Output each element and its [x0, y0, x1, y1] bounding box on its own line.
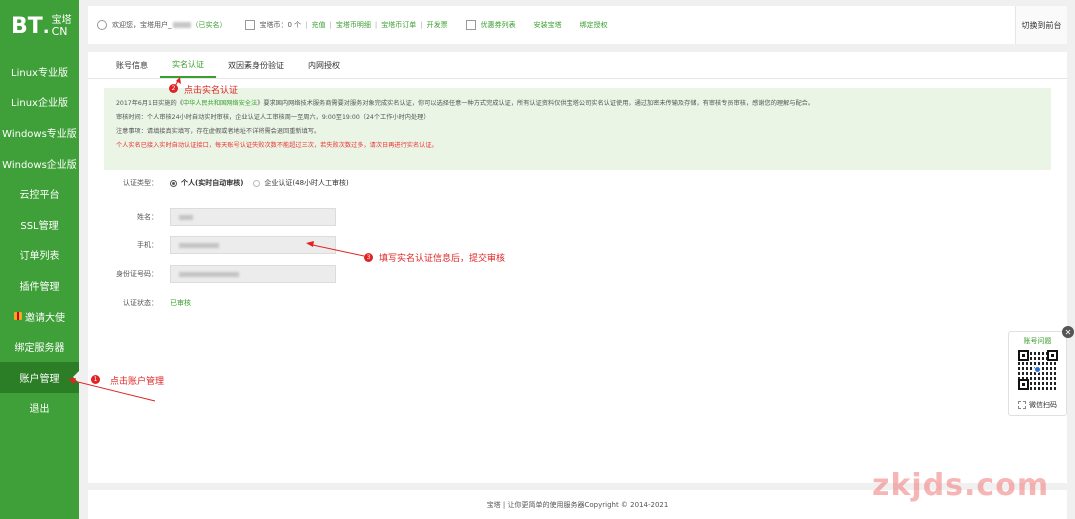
qr-logo-icon — [1034, 366, 1041, 373]
arrow-3-line — [307, 243, 365, 257]
annotation-3-badge: 3 — [364, 253, 373, 262]
arrow-1-head — [68, 378, 76, 384]
annotation-2-badge: 2 — [169, 84, 178, 93]
annotation-arrows — [68, 77, 365, 402]
arrow-3-head — [306, 241, 314, 247]
annotation-2-text: 点击实名认证 — [184, 86, 239, 96]
scan-icon — [1018, 401, 1026, 409]
qr-footer: 微信扫码 — [1009, 400, 1066, 410]
close-icon[interactable]: ✕ — [1062, 326, 1074, 338]
annotation-3-text: 填写实名认证信息后，提交审核 — [379, 254, 506, 264]
annotation-1-text: 点击账户管理 — [110, 377, 165, 387]
annotation-1-badge: 1 — [91, 375, 100, 384]
qr-code-image — [1018, 350, 1058, 390]
qr-title: 账号问题 — [1023, 337, 1052, 345]
qr-widget: 账号问题 微信扫码 — [1008, 331, 1067, 416]
watermark: zkjds.com — [872, 468, 1050, 503]
